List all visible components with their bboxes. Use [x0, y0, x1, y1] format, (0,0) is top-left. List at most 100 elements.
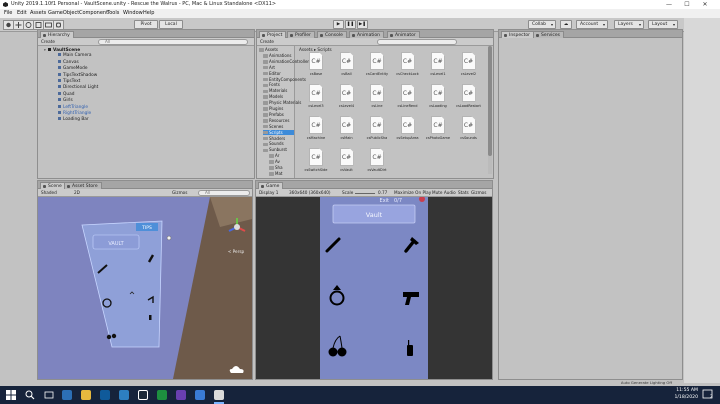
scene-gizmos-dropdown[interactable]: Gizmos: [172, 190, 187, 196]
stats-toggle[interactable]: Stats: [458, 190, 469, 196]
tab-profiler[interactable]: Profiler: [287, 31, 315, 38]
project-scrollbar-thumb[interactable]: [488, 46, 492, 156]
mail-icon[interactable]: [119, 390, 129, 400]
tab-inspector[interactable]: Inspector: [501, 31, 534, 38]
script-file[interactable]: C# csBase: [305, 52, 327, 82]
display-dropdown[interactable]: Display 1: [259, 190, 278, 196]
script-file[interactable]: C# csLoading: [427, 84, 449, 114]
local-toggle[interactable]: Local: [159, 20, 183, 29]
hierarchy-create-button[interactable]: Create: [41, 39, 55, 45]
walkie-talkie-icon[interactable]: [407, 340, 413, 356]
script-file[interactable]: C# csPublicSha: [366, 116, 388, 146]
maximize-button[interactable]: ☐: [680, 0, 694, 9]
unity-icon[interactable]: [214, 390, 224, 400]
project-create-button[interactable]: Create: [260, 39, 274, 45]
layout-dropdown[interactable]: Layout: [648, 20, 678, 29]
windows-start-icon[interactable]: [6, 390, 16, 400]
folder-tree-item[interactable]: Plugins: [263, 106, 294, 112]
search-icon[interactable]: [25, 390, 35, 400]
notification-icon[interactable]: [702, 389, 716, 401]
script-file[interactable]: C# csMain: [336, 116, 358, 146]
script-file[interactable]: C# csPhotoGame: [426, 116, 450, 146]
store-icon[interactable]: [100, 390, 110, 400]
menu-edit[interactable]: Edit: [17, 9, 27, 18]
script-file[interactable]: C# csLevel2: [458, 52, 480, 82]
script-file[interactable]: C# csLevel1: [427, 52, 449, 82]
folder-tree-item[interactable]: Animations: [263, 53, 294, 59]
tab-scene[interactable]: Scene: [40, 182, 66, 189]
folder-tree-item[interactable]: Scenes: [263, 124, 294, 130]
menu-help[interactable]: Help: [143, 9, 154, 18]
folder-tree-item[interactable]: Fonts: [263, 82, 294, 88]
step-button[interactable]: ▶❚: [357, 20, 368, 29]
folder-tree-item[interactable]: Materials: [263, 88, 294, 94]
folder-tree-item[interactable]: Ar: [269, 153, 294, 159]
steam-icon[interactable]: [138, 390, 148, 400]
folder-tree-item[interactable]: Shaders: [263, 136, 294, 142]
visual-studio-icon[interactable]: [176, 390, 186, 400]
folder-tree-item[interactable]: Sunburst: [263, 147, 294, 153]
pause-button[interactable]: ❚❚: [345, 20, 356, 29]
menu-window[interactable]: Window: [123, 9, 143, 18]
menu-tools[interactable]: Tools: [107, 9, 119, 18]
folder-tree-item[interactable]: Physic Materials: [263, 100, 301, 106]
scene-search-input[interactable]: All: [198, 190, 250, 196]
game-screen[interactable]: Exit 0/7 Vault: [320, 197, 428, 379]
script-file[interactable]: C# csLine: [366, 84, 388, 114]
folder-tree-item[interactable]: Models: [263, 94, 294, 100]
tab-console[interactable]: Console: [317, 31, 347, 38]
hierarchy-item[interactable]: Loading Bar: [54, 117, 89, 123]
ring-icon[interactable]: [329, 285, 345, 306]
folder-tree-item[interactable]: Scripts: [263, 129, 294, 136]
script-file[interactable]: C# csLineRend: [397, 84, 419, 114]
script-file[interactable]: C# csSounds: [458, 116, 480, 146]
scale-slider[interactable]: [355, 193, 375, 194]
script-file[interactable]: C# csMachine: [305, 116, 327, 146]
edge-icon[interactable]: [62, 390, 72, 400]
folder-tree-item[interactable]: Prefabs: [263, 112, 294, 118]
tab-project[interactable]: Project: [259, 31, 287, 38]
tab-animator[interactable]: Animator: [387, 31, 420, 38]
hierarchy-search-input[interactable]: All: [98, 39, 248, 45]
tab-services[interactable]: Services: [533, 31, 564, 38]
account-dropdown[interactable]: Account: [576, 20, 608, 29]
unity-hub-icon[interactable]: [195, 390, 205, 400]
folder-tree-item[interactable]: AnimationController: [263, 59, 309, 65]
scene-viewport[interactable]: VAULT TIPS < Persp: [38, 197, 252, 379]
hierarchy-item[interactable]: Canvas: [54, 59, 79, 66]
script-file[interactable]: C# csCardEntity: [366, 52, 388, 82]
flashlight-icon[interactable]: [404, 237, 419, 253]
2d-mode-toggle[interactable]: 2D: [74, 190, 80, 196]
layers-dropdown[interactable]: Layers: [614, 20, 644, 29]
folder-tree-item[interactable]: Mat: [269, 171, 294, 177]
script-file[interactable]: C# csVaultDirt: [366, 148, 388, 178]
project-scrollbar[interactable]: [488, 46, 492, 174]
script-file[interactable]: C# csLevel4: [336, 84, 358, 114]
file-explorer-icon[interactable]: [81, 390, 91, 400]
exit-label[interactable]: Exit: [380, 198, 390, 204]
folder-tree-item[interactable]: Sha: [269, 165, 294, 171]
game-gizmos-dropdown[interactable]: Gizmos: [471, 190, 486, 196]
folder-tree-item[interactable]: Assets: [259, 47, 294, 53]
tab-game[interactable]: Game: [258, 182, 284, 189]
baton-icon[interactable]: [325, 237, 341, 253]
hierarchy-item[interactable]: TipsTextShadow: [54, 72, 97, 79]
hand-tool-icon[interactable]: [3, 20, 14, 30]
mute-audio-toggle[interactable]: Mute Audio: [432, 190, 456, 196]
close-button[interactable]: ✕: [698, 0, 712, 9]
script-file[interactable]: C# csLevel3: [305, 84, 327, 114]
script-file[interactable]: C# csSwitchSide: [305, 148, 327, 178]
folder-tree-item[interactable]: Resources: [263, 118, 294, 124]
menu-gameobject[interactable]: GameObject: [48, 9, 79, 18]
move-tool-icon[interactable]: [13, 20, 24, 30]
script-file[interactable]: C# csCheckLock: [396, 52, 419, 82]
folder-tree-item[interactable]: Sounds: [263, 141, 294, 147]
project-search-input[interactable]: [377, 39, 457, 45]
tab-animation[interactable]: Animation: [349, 31, 384, 38]
hierarchy-item[interactable]: GameMode: [54, 66, 88, 72]
minimize-button[interactable]: —: [662, 0, 676, 9]
app-icon[interactable]: [157, 390, 167, 400]
hierarchy-item[interactable]: Directional Light: [54, 85, 98, 91]
close-heart-icon[interactable]: [419, 197, 425, 202]
script-file[interactable]: C# csSetupArea: [397, 116, 419, 146]
